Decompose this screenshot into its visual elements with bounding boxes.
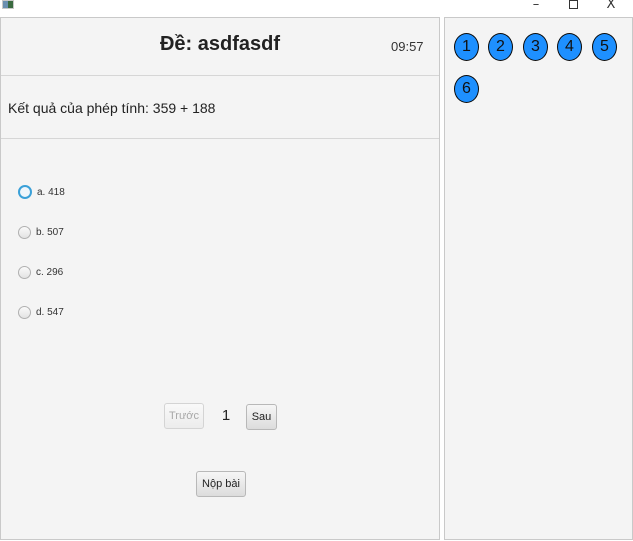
current-page-number: 1 (221, 407, 231, 424)
question-nav-button-2[interactable]: 2 (488, 33, 513, 61)
option-c[interactable]: c. 296 (18, 264, 63, 280)
title-bar: – X (0, 0, 633, 17)
question-navigator: 1 2 3 4 5 6 (444, 17, 633, 540)
option-b[interactable]: b. 507 (18, 224, 64, 240)
app-icon (2, 0, 14, 9)
radio-option-a[interactable] (18, 185, 32, 199)
option-b-label: b. 507 (36, 226, 64, 238)
question-nav-button-3[interactable]: 3 (523, 33, 548, 61)
exam-header: Đề: asdfasdf 09:57 (1, 18, 439, 76)
minimize-icon: – (532, 0, 540, 12)
close-icon: X (606, 0, 616, 12)
question-area: Kết quả của phép tính: 359 + 188 (1, 75, 439, 139)
question-nav-button-6[interactable]: 6 (454, 75, 479, 103)
option-a[interactable]: a. 418 (18, 184, 65, 200)
question-nav-button-4[interactable]: 4 (557, 33, 582, 61)
maximize-icon (568, 0, 578, 9)
question-nav-button-5[interactable]: 5 (592, 33, 617, 61)
option-c-label: c. 296 (36, 266, 64, 278)
radio-option-c[interactable] (18, 265, 31, 279)
next-button[interactable]: Sau (246, 404, 277, 430)
exam-title: Đề: asdfasdf (159, 33, 281, 55)
minimize-button[interactable]: – (521, 0, 551, 13)
option-d[interactable]: d. 547 (18, 304, 64, 320)
submit-button[interactable]: Nộp bài (196, 471, 246, 497)
option-d-label: d. 547 (36, 306, 64, 318)
question-panel: Đề: asdfasdf 09:57 Kết quả của phép tính… (0, 17, 440, 540)
question-text: Kết quả của phép tính: 359 + 188 (8, 100, 216, 116)
maximize-button[interactable] (558, 0, 588, 13)
option-a-label: a. 418 (37, 186, 65, 198)
radio-option-d[interactable] (18, 305, 31, 319)
radio-option-b[interactable] (18, 225, 31, 239)
previous-button[interactable]: Trước (164, 403, 204, 429)
question-nav-button-1[interactable]: 1 (454, 33, 479, 61)
countdown-timer: 09:57 (391, 39, 424, 54)
close-button[interactable]: X (596, 0, 626, 13)
